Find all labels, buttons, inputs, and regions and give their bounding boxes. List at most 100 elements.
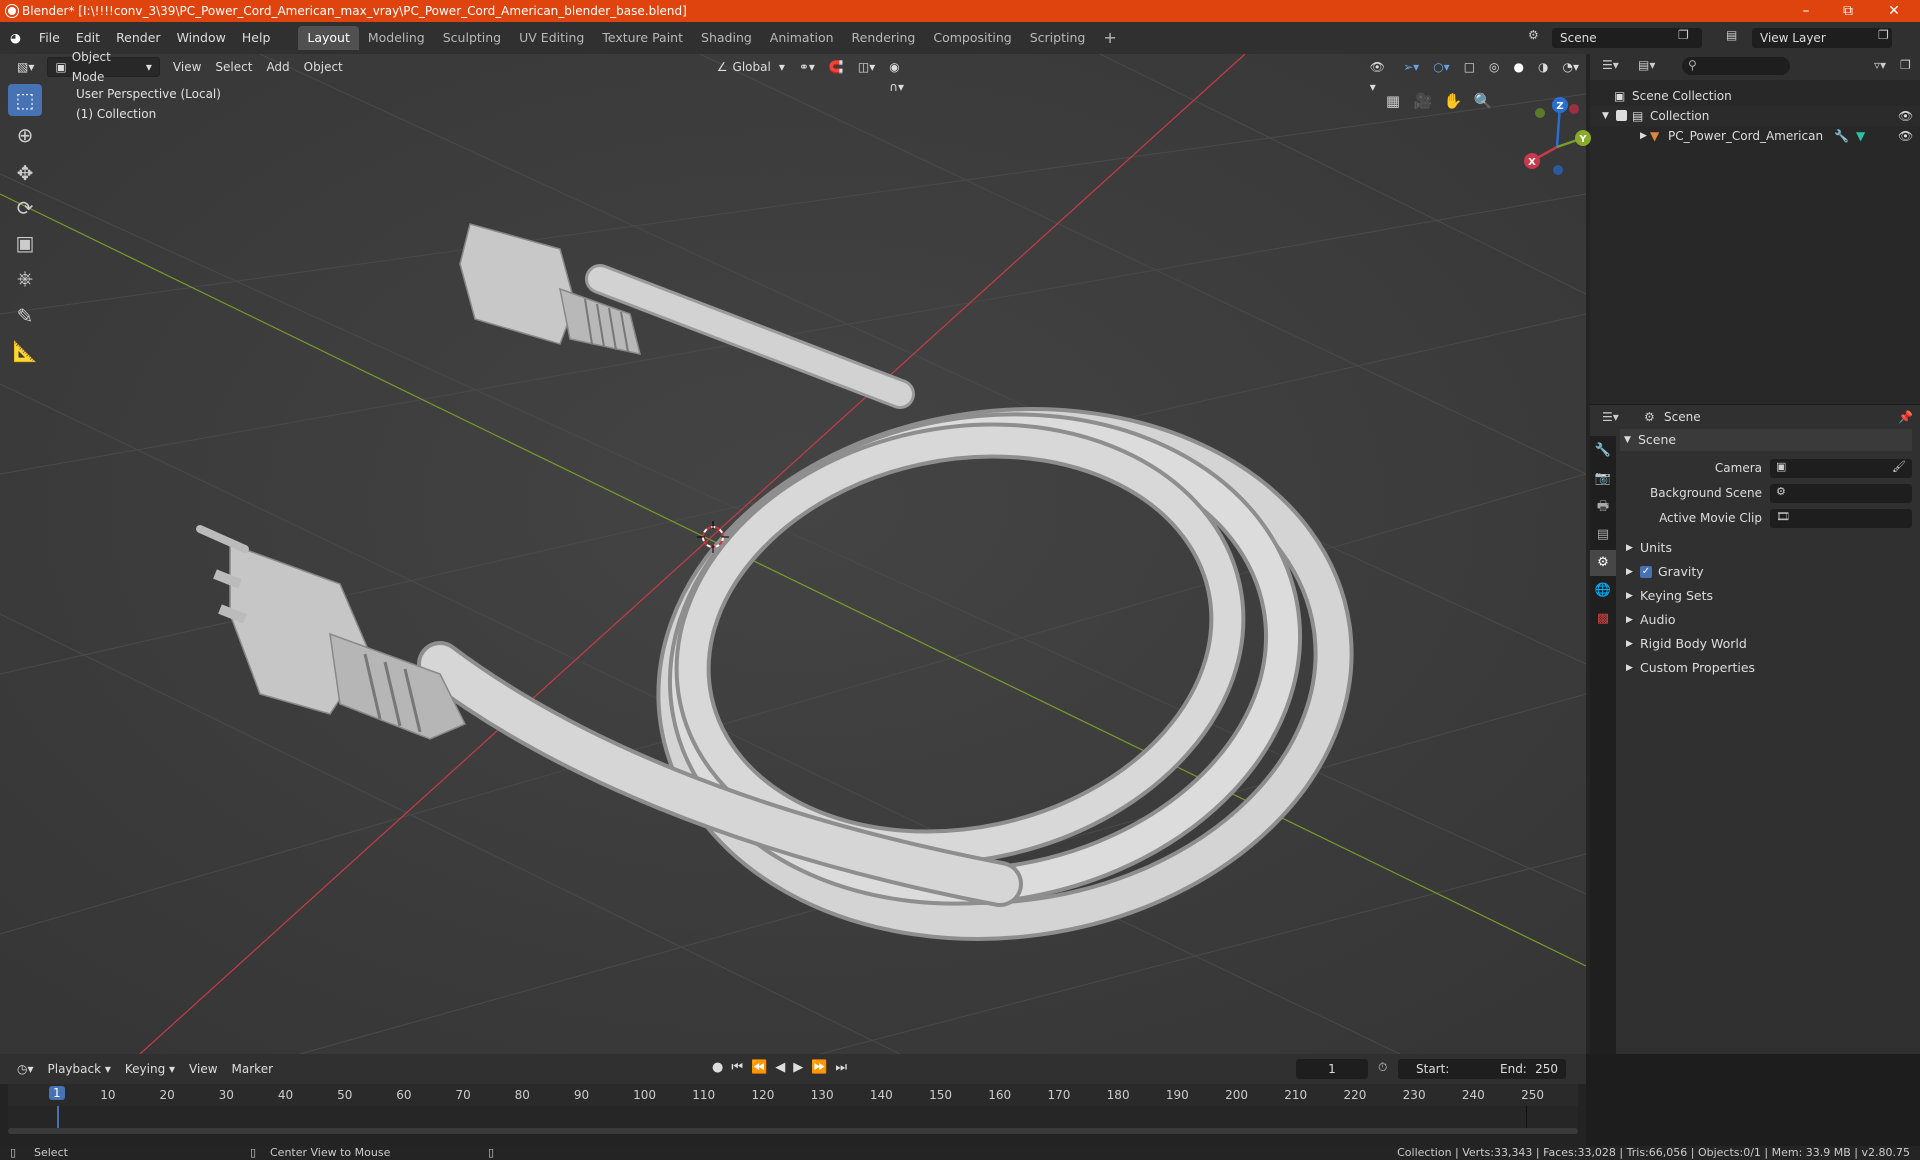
menu-object[interactable]: Object: [297, 57, 350, 77]
eyedropper-icon[interactable]: 🖌: [1892, 460, 1906, 473]
jump-end-icon[interactable]: ⏭: [835, 1060, 855, 1075]
rotate-tool-icon[interactable]: ⟳: [8, 192, 42, 224]
jump-start-icon[interactable]: ⏮: [731, 1060, 751, 1075]
tab-shading[interactable]: Shading: [692, 26, 761, 50]
camera-view-icon[interactable]: 🎥: [1410, 88, 1436, 114]
properties-editor-icon[interactable]: ☰▾: [1602, 410, 1619, 424]
transform-tool-icon[interactable]: ⎈: [8, 262, 42, 294]
minimize-icon[interactable]: –: [1786, 0, 1826, 22]
world-tab-icon[interactable]: 🌐: [1590, 578, 1616, 604]
expand-arrow-icon[interactable]: ▶: [1640, 126, 1647, 146]
new-view-layer-icon[interactable]: ❐: [1878, 28, 1889, 42]
end-frame-field[interactable]: End: 250: [1488, 1059, 1566, 1079]
gravity-checkbox[interactable]: ✓: [1640, 566, 1652, 578]
prev-keyframe-icon[interactable]: ⏪: [751, 1060, 775, 1075]
background-scene-field[interactable]: ⚙: [1770, 484, 1912, 503]
scale-tool-icon[interactable]: ▣: [8, 227, 42, 259]
zoom-view-icon[interactable]: 🔍: [1470, 88, 1496, 114]
menu-marker[interactable]: Marker: [225, 1059, 280, 1079]
render-tab-icon[interactable]: 📷: [1590, 466, 1616, 492]
viewport-scene[interactable]: [0, 54, 1586, 1054]
menu-help[interactable]: Help: [234, 26, 279, 50]
texture-tab-icon[interactable]: ▩: [1590, 606, 1616, 632]
timeline-ruler[interactable]: 1 10 20 30 40 50 60 70 80 90 100 110 120 130 140 150 160…: [8, 1084, 1578, 1106]
active-movie-clip-field[interactable]: 🎞: [1770, 509, 1912, 528]
blender-menu-icon[interactable]: ◕: [0, 26, 31, 50]
xray-icon[interactable]: □: [1457, 57, 1482, 77]
menu-file[interactable]: File: [31, 26, 68, 50]
tab-compositing[interactable]: Compositing: [924, 26, 1020, 50]
keying-sets-panel[interactable]: ▶ Keying Sets: [1622, 585, 1912, 607]
tab-animation[interactable]: Animation: [761, 26, 843, 50]
pin-icon[interactable]: 📌: [1898, 410, 1913, 424]
tab-texture-paint[interactable]: Texture Paint: [593, 26, 692, 50]
menu-timeline-view[interactable]: View: [182, 1059, 224, 1079]
timeline-scrollbar[interactable]: [8, 1128, 1578, 1134]
cursor-tool-icon[interactable]: ⊕: [8, 119, 42, 151]
3d-viewport[interactable]: [0, 54, 1586, 1054]
menu-keying[interactable]: Keying ▾: [118, 1059, 182, 1079]
custom-properties-panel[interactable]: ▶ Custom Properties: [1622, 657, 1912, 679]
snap-icon[interactable]: 🧲: [822, 57, 851, 77]
outliner-editor-icon[interactable]: ☰▾: [1602, 58, 1619, 72]
view-layer-icon[interactable]: ▤: [1726, 28, 1737, 42]
eye-icon[interactable]: 👁: [1898, 106, 1913, 126]
new-scene-icon[interactable]: ❐: [1678, 28, 1689, 42]
eye-icon[interactable]: 👁: [1898, 126, 1913, 146]
outliner-row-collection[interactable]: ▼ ▤ Collection 👁: [1590, 106, 1920, 126]
modifier-wrench-icon[interactable]: 🔧: [1834, 126, 1849, 146]
tool-tab-icon[interactable]: 🔧: [1590, 438, 1616, 464]
outliner-row-scene-collection[interactable]: ▣ Scene Collection: [1590, 86, 1920, 106]
menu-playback[interactable]: Playback ▾: [41, 1059, 118, 1079]
snap-target-icon[interactable]: ◫▾: [851, 57, 882, 77]
next-keyframe-icon[interactable]: ⏩: [811, 1060, 835, 1075]
pivot-icon[interactable]: ⚭▾: [792, 57, 822, 77]
close-icon[interactable]: ✕: [1874, 0, 1914, 22]
outliner-row-object[interactable]: ▶ ▼ PC_Power_Cord_American 🔧 ▼ 👁: [1590, 126, 1920, 146]
object-mode-dropdown[interactable]: ▣ Object Mode ▾: [47, 50, 160, 84]
play-icon[interactable]: ▶: [793, 1060, 811, 1075]
units-panel[interactable]: ▶ Units: [1622, 537, 1912, 559]
current-frame-field[interactable]: 1: [1296, 1059, 1368, 1079]
select-box-tool-icon[interactable]: ⬚: [8, 84, 42, 116]
transform-orientation-dropdown[interactable]: ∠ Global ▾: [710, 57, 792, 77]
tab-uv-editing[interactable]: UV Editing: [510, 26, 593, 50]
stopwatch-icon[interactable]: ⏱: [1378, 1060, 1387, 1075]
collection-checkbox[interactable]: [1616, 110, 1627, 121]
display-mode-icon[interactable]: ▤▾: [1638, 58, 1655, 72]
toggle-ortho-icon[interactable]: ▦: [1380, 88, 1406, 114]
mesh-data-icon[interactable]: ▼: [1856, 126, 1865, 146]
material-shading-icon[interactable]: ◑: [1531, 57, 1555, 77]
menu-add[interactable]: Add: [259, 57, 296, 77]
tab-scripting[interactable]: Scripting: [1021, 26, 1095, 50]
outliner[interactable]: ☰▾ ▤▾ ⚲ ▿▾ ❐ ▣ Scene Collection ▼ ▤ Coll…: [1590, 54, 1920, 404]
scene-panel-header[interactable]: ▼ Scene: [1620, 429, 1912, 451]
tab-modeling[interactable]: Modeling: [359, 26, 434, 50]
gizmo-toggle-icon[interactable]: ➢▾: [1396, 57, 1426, 77]
add-workspace-icon[interactable]: +: [1094, 26, 1125, 50]
gravity-panel[interactable]: ▶ ✓ Gravity: [1622, 561, 1912, 583]
scene-tab-icon[interactable]: ⚙: [1590, 550, 1616, 576]
visibility-icon[interactable]: 👁▾: [1363, 57, 1396, 94]
record-icon[interactable]: ●: [712, 1060, 731, 1075]
solid-shading-icon[interactable]: ●: [1507, 57, 1531, 77]
new-collection-icon[interactable]: ❐: [1900, 58, 1911, 72]
measure-tool-icon[interactable]: 📐: [8, 335, 42, 367]
output-tab-icon[interactable]: 🖶: [1590, 494, 1616, 520]
menu-view[interactable]: View: [166, 57, 208, 77]
annotate-tool-icon[interactable]: ✎: [8, 300, 42, 332]
timeline-track[interactable]: [8, 1106, 1578, 1128]
timeline-editor-icon[interactable]: ◷▾: [10, 1059, 41, 1079]
outliner-search-input[interactable]: ⚲: [1682, 57, 1790, 75]
navigation-gizmo[interactable]: X Z Y: [1510, 95, 1610, 195]
view-layer-tab-icon[interactable]: ▤: [1590, 522, 1616, 548]
overlay-toggle-icon[interactable]: ○▾: [1426, 57, 1457, 77]
play-reverse-icon[interactable]: ◀: [775, 1060, 793, 1075]
menu-window[interactable]: Window: [169, 26, 234, 50]
camera-field[interactable]: ▣ 🖌: [1770, 459, 1912, 478]
scene-selector-icon[interactable]: ⚙: [1528, 28, 1539, 42]
wireframe-shading-icon[interactable]: ◎: [1482, 57, 1506, 77]
filter-icon[interactable]: ▿▾: [1874, 58, 1886, 72]
tab-layout[interactable]: Layout: [298, 26, 359, 50]
tab-sculpting[interactable]: Sculpting: [434, 26, 510, 50]
